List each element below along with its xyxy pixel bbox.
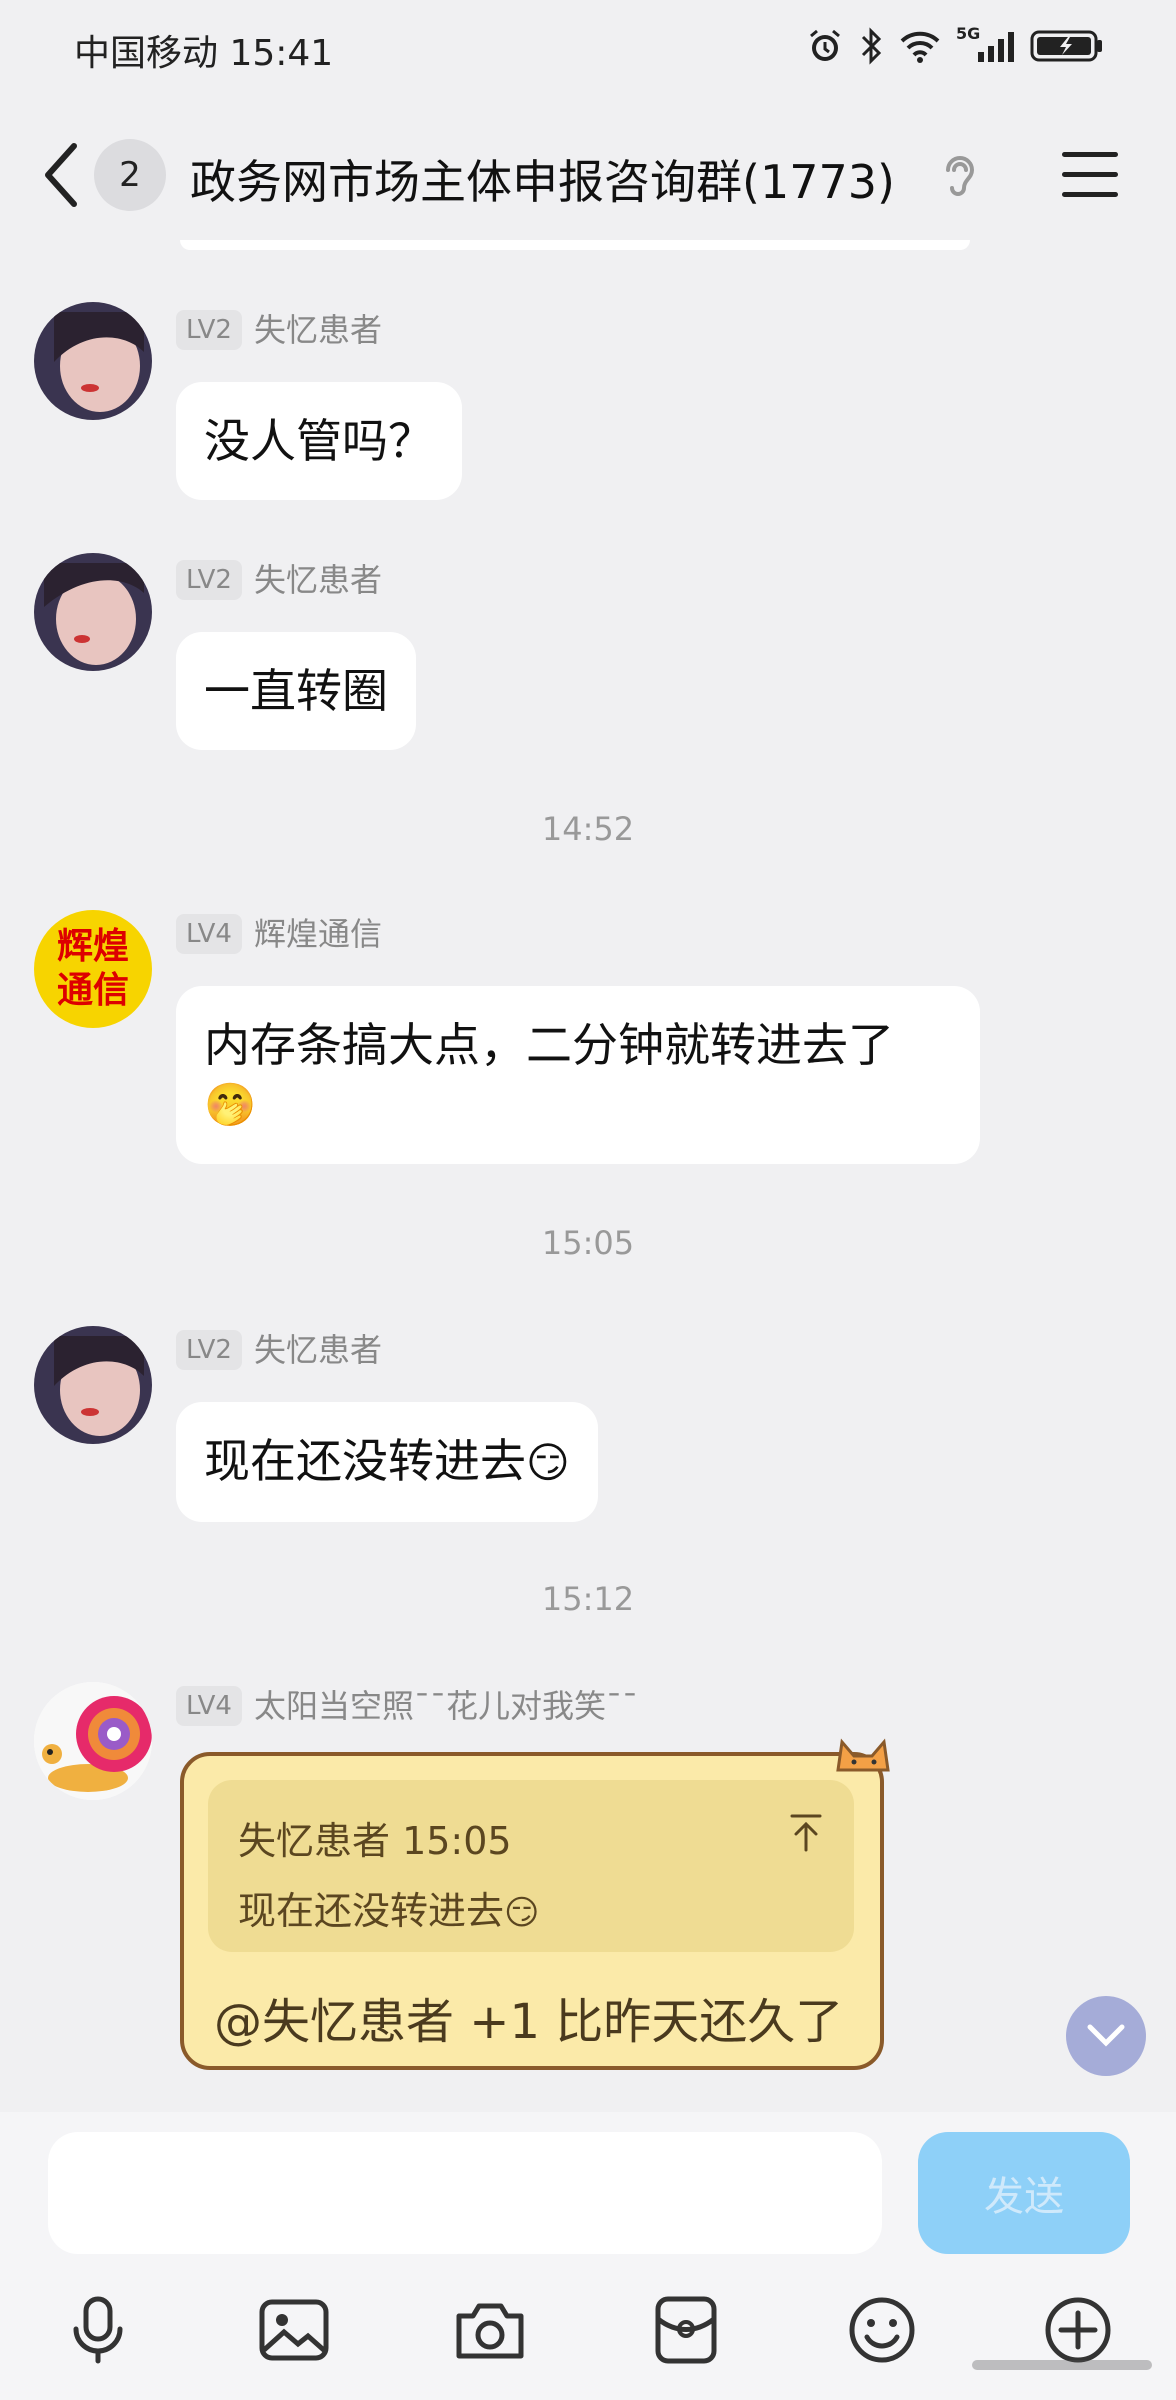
back-arrow-icon[interactable] — [40, 140, 80, 210]
timestamp: 14:52 — [541, 810, 635, 848]
home-indicator — [972, 2360, 1152, 2370]
red-packet-icon[interactable] — [646, 2290, 726, 2370]
chat-header: 2 政务网市场主体申报咨询群(1773) — [0, 110, 1176, 240]
sender-name[interactable]: 失忆患者 — [254, 560, 382, 600]
sender-line: LV2 失忆患者 — [176, 560, 382, 600]
level-badge: LV2 — [176, 310, 242, 350]
sender-name[interactable]: 失忆患者 — [254, 310, 382, 350]
message-bubble[interactable]: 现在还没转进去😏 — [176, 1402, 598, 1522]
signal-icon: 5G — [956, 24, 1016, 66]
message-text: 现在还没转进去 — [204, 1434, 526, 1488]
emoji-icon[interactable] — [842, 2290, 922, 2370]
quote-text: 现在还没转进去😏 — [238, 1889, 540, 1933]
avatar[interactable] — [34, 302, 152, 420]
microphone-icon[interactable] — [58, 2290, 138, 2370]
camera-icon[interactable] — [450, 2290, 530, 2370]
alarm-icon — [810, 29, 840, 61]
wifi-icon — [900, 31, 940, 63]
message-bubble[interactable]: 没人管吗？ — [176, 382, 462, 500]
sender-name[interactable]: 太阳当空照ˉˉ花儿对我笑ˉˉ — [254, 1686, 638, 1726]
status-bar: 中国移动 15:41 5G — [0, 0, 1176, 100]
message-text: 内存条搞大点，二分钟就转进去了 — [204, 1018, 894, 1072]
status-icons: 5G — [806, 24, 1104, 66]
themed-message-bubble[interactable]: 失忆患者 15:05 现在还没转进去😏 @失忆患者 +1 比昨天还久了 — [174, 1738, 890, 2070]
timestamp: 15:12 — [541, 1580, 635, 1618]
ear-icon[interactable] — [940, 150, 980, 202]
menu-icon[interactable] — [1062, 152, 1118, 202]
sender-line: LV2 失忆患者 — [176, 310, 382, 350]
cat-decoration-icon — [836, 1738, 890, 1772]
avatar[interactable] — [34, 553, 152, 671]
carrier-time: 中国移动 15:41 — [74, 33, 334, 74]
level-badge: LV2 — [176, 1330, 242, 1370]
avatar-text: 通信 — [56, 970, 129, 1011]
sender-line: LV2 失忆患者 — [176, 1330, 382, 1370]
level-badge: LV4 — [176, 914, 242, 954]
sender-name[interactable]: 失忆患者 — [254, 1330, 382, 1370]
image-icon[interactable] — [254, 2290, 334, 2370]
battery-icon — [1030, 30, 1102, 62]
avatar[interactable] — [34, 1326, 152, 1444]
chevron-down-icon — [1087, 2024, 1125, 2047]
group-title[interactable]: 政务网市场主体申报咨询群(1773) — [190, 146, 895, 212]
sender-line: LV4 太阳当空照ˉˉ花儿对我笑ˉˉ — [176, 1686, 638, 1726]
message-bubble[interactable]: 内存条搞大点，二分钟就转进去了 🤭 — [176, 986, 980, 1164]
bluetooth-icon — [861, 27, 882, 65]
unread-count-badge[interactable]: 2 — [94, 139, 166, 211]
input-area: 发送 — [0, 2112, 1176, 2400]
send-button[interactable]: 发送 — [918, 2132, 1130, 2254]
level-badge: LV2 — [176, 560, 242, 600]
timestamp: 15:05 — [541, 1224, 635, 1262]
scroll-to-bottom-button[interactable] — [1066, 1996, 1146, 2076]
sender-name[interactable]: 辉煌通信 — [254, 914, 382, 954]
message-text: @失忆患者 +1 比昨天还久了 — [214, 1994, 844, 2050]
avatar-text: 辉煌 — [56, 926, 129, 967]
quoted-message[interactable]: 失忆患者 15:05 现在还没转进去😏 — [208, 1780, 854, 1952]
message-input[interactable] — [48, 2132, 882, 2254]
level-badge: LV4 — [176, 1686, 242, 1726]
avatar[interactable] — [34, 1682, 152, 1800]
message-bubble[interactable]: 一直转圈 — [176, 632, 416, 750]
sender-line: LV4 辉煌通信 — [176, 914, 382, 954]
emoji: 🤭 — [204, 1080, 257, 1129]
emoji: 😏 — [526, 1438, 570, 1487]
previous-bubble-edge — [180, 240, 970, 250]
jump-to-quote-icon[interactable] — [788, 1812, 824, 1852]
quote-sender-time: 失忆患者 15:05 — [238, 1819, 512, 1863]
avatar[interactable]: 辉煌 通信 — [34, 910, 152, 1028]
